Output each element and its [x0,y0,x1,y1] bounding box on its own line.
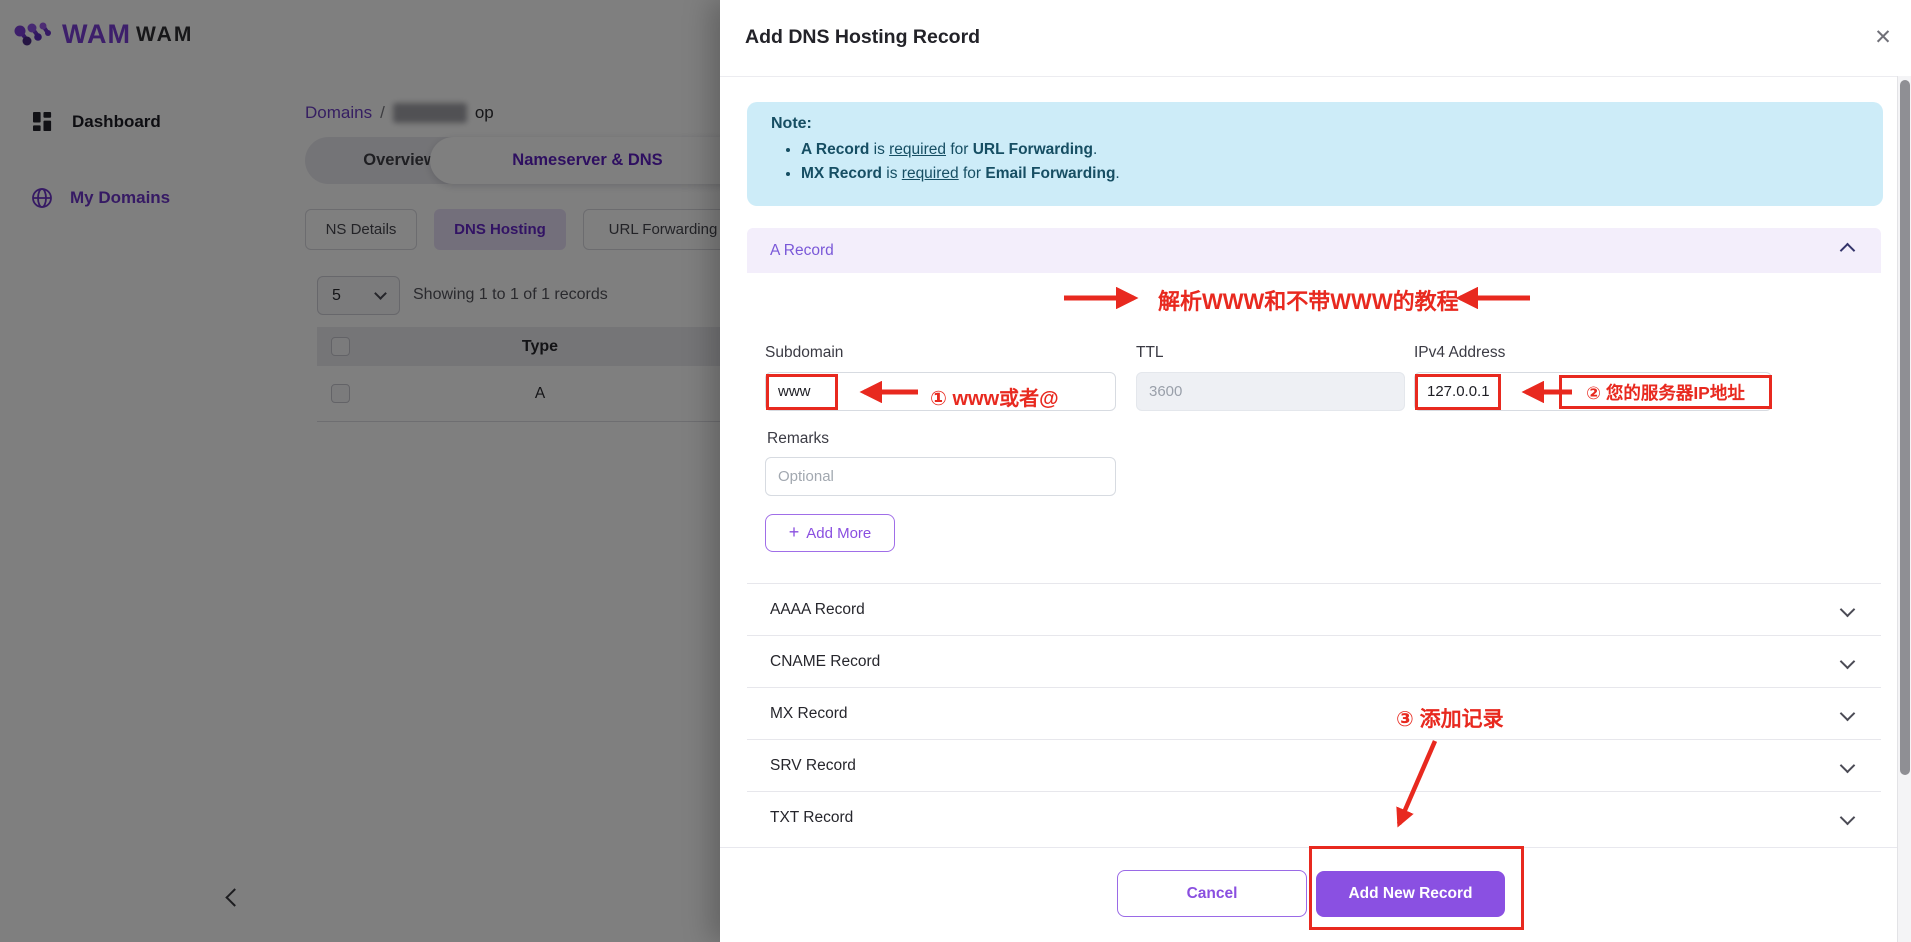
note-line: A Record is required for URL Forwarding. [801,138,1859,162]
accordion-cname-record[interactable]: CNAME Record [747,635,1881,687]
accordion-label: MX Record [770,705,848,723]
subdomain-input[interactable] [765,372,1116,411]
screen: WAM WAM Dashboard My [0,0,1911,942]
annotation-box-submit [1309,846,1524,930]
accordion-mx-record[interactable]: MX Record [747,687,1881,739]
remarks-input[interactable] [765,457,1116,496]
note-list: A Record is required for URL Forwarding.… [771,138,1859,186]
accordion-aaaa-record[interactable]: AAAA Record [747,583,1881,635]
accordion-label: A Record [770,242,834,260]
subdomain-label: Subdomain [765,344,843,362]
accordion-label: AAAA Record [770,601,865,619]
ttl-label: TTL [1136,344,1164,362]
remarks-label: Remarks [767,430,829,448]
accordion-srv-record[interactable]: SRV Record [747,739,1881,791]
accordion-label: CNAME Record [770,653,880,671]
note-line: MX Record is required for Email Forwardi… [801,162,1859,186]
chevron-down-icon [1840,654,1856,670]
add-more-label: Add More [806,525,871,542]
drawer-footer: Cancel Add New Record [720,847,1911,942]
arrow-left-icon [1434,287,1534,309]
cancel-button[interactable]: Cancel [1117,870,1307,917]
accordion-label: TXT Record [770,809,853,827]
ipv4-label: IPv4 Address [1414,344,1505,362]
note-heading: Note: [771,115,1859,133]
accordion-a-record[interactable]: A Record [747,228,1881,273]
scrollbar-thumb[interactable] [1900,80,1910,775]
add-dns-record-drawer: Add DNS Hosting Record ✕ Note: A Record … [720,0,1911,942]
note-box: Note: A Record is required for URL Forwa… [747,102,1883,206]
drawer-header: Add DNS Hosting Record ✕ [720,0,1911,77]
scrollbar-track[interactable] [1897,76,1911,942]
drawer-title: Add DNS Hosting Record [745,26,980,49]
chevron-down-icon [1840,810,1856,826]
chevron-down-icon [1840,706,1856,722]
arrow-right-icon [1060,287,1160,309]
record-sections: AAAA Record CNAME Record MX Record SRV R… [747,583,1881,847]
ttl-input[interactable] [1136,372,1405,411]
ipv4-input[interactable] [1414,372,1772,411]
annotation-tutorial-title: 解析WWW和不带WWW的教程 [1158,284,1459,316]
chevron-down-icon [1840,758,1856,774]
accordion-txt-record[interactable]: TXT Record [747,791,1881,843]
plus-icon: + [789,522,800,543]
close-icon[interactable]: ✕ [1868,22,1898,52]
chevron-down-icon [1840,602,1856,618]
accordion-label: SRV Record [770,757,856,775]
chevron-up-icon [1840,243,1856,259]
add-more-button[interactable]: + Add More [765,514,895,552]
